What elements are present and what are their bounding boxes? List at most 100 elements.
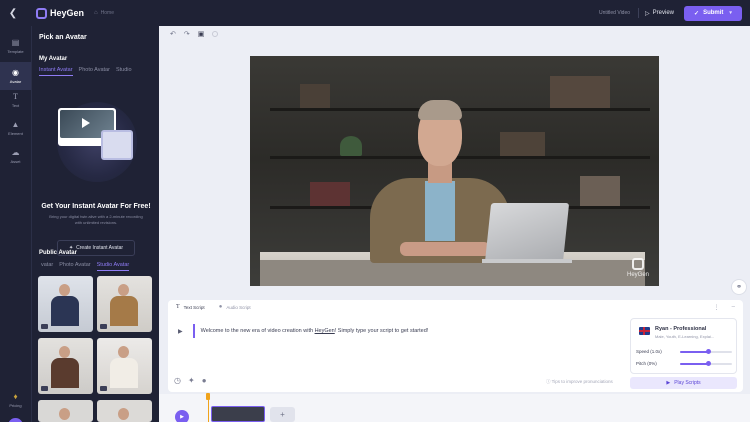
more-icon[interactable]: ⋮ [714,304,720,311]
chevron-left-icon: ❮ [8,7,18,19]
tab-studio-avatar[interactable]: Studio Avatar [96,262,130,271]
speed-slider[interactable] [680,348,732,354]
background-color-icon[interactable] [212,31,219,37]
text-icon: T [13,92,18,101]
timeline-play-button[interactable]: ▶ [175,410,189,422]
wand-icon[interactable]: ✦ [188,376,195,385]
avatar-card[interactable] [38,276,93,332]
rail-item-text[interactable]: T Text [0,86,31,114]
plus-icon: + [280,410,285,419]
app-root: ❮ HeyGen ⌂ Home Untitled Video ▷ Preview… [0,0,750,422]
pronunciation-tips[interactable]: ⓘ Tips to improve pronunciations [546,379,613,385]
voice-name: Ryan - Professional [655,326,707,332]
video-canvas[interactable]: HeyGen [250,56,659,286]
my-avatar-title: My Avatar [39,56,68,62]
monitor-icon[interactable]: ▣ [198,30,205,38]
template-icon: ▤ [11,38,20,47]
tab-photo-avatar[interactable]: Photo Avatar [59,262,90,271]
badge-icon [100,386,107,391]
uk-flag-icon [639,327,650,335]
user-avatar[interactable] [8,418,23,422]
collapse-icon[interactable]: – [732,304,735,311]
books [300,84,330,108]
pitch-slider-knob[interactable] [706,360,712,366]
back-button[interactable]: ❮ [0,0,26,26]
voice-card[interactable]: Ryan - Professional Male, Youth, E-Learn… [630,318,737,374]
rail-item-template[interactable]: ▤ Template [0,32,31,60]
clock-icon[interactable]: ◷ [174,376,181,385]
tab-audio-script[interactable]: ● Audio Script [219,304,251,310]
laptop-base [482,259,572,263]
plant [340,136,362,156]
watermark: HeyGen [627,258,649,278]
tab-avatar[interactable]: vatar [41,262,53,271]
avatar-card[interactable] [38,338,93,394]
shelf [270,156,650,159]
undo-icon[interactable]: ↶ [170,30,176,38]
home-icon: ⌂ [94,10,98,16]
tips-label: Tips to improve pronunciations [551,379,613,384]
script-line[interactable]: ▶ Welcome to the new era of video creati… [178,324,428,338]
tab-text-script[interactable]: T Text Script [176,304,205,310]
laptop [484,203,570,263]
avatar-card[interactable] [97,400,152,422]
speed-slider-knob[interactable] [706,348,712,354]
tab-instant-avatar[interactable]: Instant Avatar [39,67,73,76]
rail-item-pricing[interactable]: ♦ Pricing [0,392,31,408]
promo-card [101,130,133,160]
books [580,176,620,206]
submit-button[interactable]: ✓ Submit ▾ [684,5,742,21]
play-icon: ▷ [645,10,650,17]
tool-rail: ▤ Template ◉ Avatar T Text ▲ Element ☁ A… [0,26,31,422]
text-icon: T [176,304,180,310]
pitch-slider-fill [680,362,709,365]
pitch-label: Pitch (0%) [636,361,657,366]
canvas-settings-button[interactable]: ⚭ [731,279,747,295]
video-title[interactable]: Untitled Video [599,10,630,16]
pitch-slider[interactable] [680,360,732,366]
avatar-card[interactable] [97,276,152,332]
avatar-head [59,408,70,420]
tab-photo-avatar[interactable]: Photo Avatar [79,67,110,76]
panel-title: Pick an Avatar [39,34,87,41]
brand-name: HeyGen [50,8,85,18]
playhead-handle[interactable] [206,393,210,400]
promo-title: Get Your Instant Avatar For Free! [41,203,151,210]
play-icon[interactable]: ▶ [178,328,183,335]
check-icon: ✓ [694,10,700,17]
avatar-icon: ◉ [12,68,19,77]
divider [638,8,640,18]
script-text[interactable]: Welcome to the new era of video creation… [201,328,429,334]
script-text-part: ! Simply type your script to get started… [334,328,429,334]
rail-item-element[interactable]: ▲ Element [0,114,31,142]
script-text-part: Welcome to the new era of video creation… [200,328,315,334]
badge-icon [41,324,48,329]
avatar-card[interactable] [38,400,93,422]
tab-label: Audio Script [226,304,251,310]
avatar-body [110,296,138,326]
submit-label: Submit [703,10,724,16]
breadcrumb-home: Home [100,10,114,16]
chevron-down-icon: ▾ [729,10,732,16]
breadcrumb[interactable]: ⌂ Home [94,10,114,16]
rail-item-asset[interactable]: ☁ Asset [0,142,31,170]
speed-label: Speed (1.0x) [636,349,662,354]
heygen-logo-icon [36,7,47,19]
element-icon: ▲ [11,120,20,129]
redo-icon[interactable]: ↷ [184,30,190,38]
record-icon[interactable]: ● [202,376,207,385]
preview-button[interactable]: ▷ Preview [645,10,674,17]
books [310,182,350,206]
tab-studio[interactable]: Studio [116,67,132,76]
speed-slider-fill [680,350,709,353]
avatar-head [59,284,70,296]
heygen-logo-icon [631,258,644,270]
timeline-clip[interactable] [211,406,265,422]
avatar-head [118,346,129,358]
add-scene-button[interactable]: + [270,407,295,422]
voice-tags: Male, Youth, E-Learning, Explai... [655,334,715,339]
play-scripts-button[interactable]: ▶ Play Scripts [630,377,737,389]
avatar-card[interactable] [97,338,152,394]
brand-logo[interactable]: HeyGen [36,7,85,19]
speed-row: Speed (1.0x) [636,348,735,354]
